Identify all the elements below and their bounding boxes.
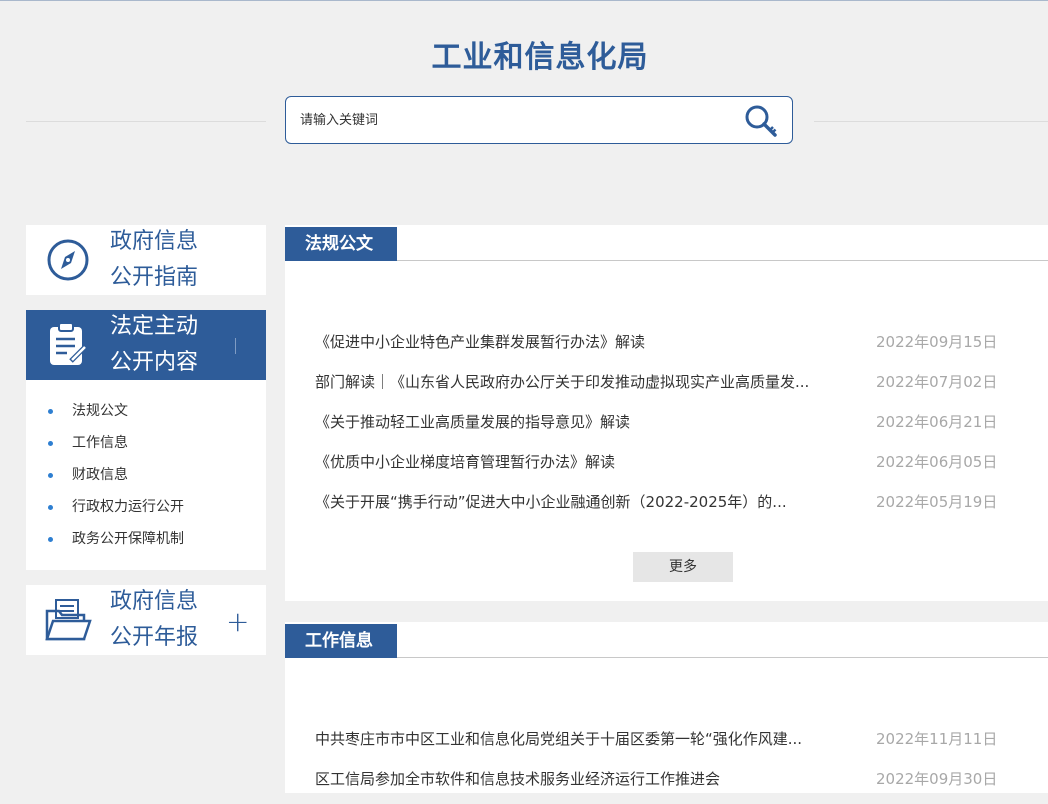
list-item[interactable]: 《优质中小企业梯度培育管理暂行办法》解读 2022年06月05日 <box>315 447 1048 487</box>
section-divider <box>285 657 1048 658</box>
item-date: 2022年06月21日 <box>876 413 998 431</box>
list-item[interactable]: 《促进中小企业特色产业集群发展暂行办法》解读 2022年09月15日 <box>315 327 1048 367</box>
site-title: 工业和信息化局 <box>431 40 649 75</box>
section-work-info: 工作信息 中共枣庄市市中区工业和信息化局党组关于十届区委第一轮“强化作风建...… <box>285 622 1048 793</box>
magnifier-key-icon <box>745 105 777 137</box>
item-date: 2022年05月19日 <box>876 493 998 511</box>
item-title[interactable]: 《关于推动轻工业高质量发展的指导意见》解读 <box>315 407 845 437</box>
news-list: 《促进中小企业特色产业集群发展暂行办法》解读 2022年09月15日 部门解读｜… <box>315 327 1048 527</box>
header-divider-left <box>26 121 266 122</box>
list-item[interactable]: 《关于开展“携手行动”促进大中小企业融通创新（2022-2025年）的... 2… <box>315 487 1048 527</box>
item-title[interactable]: 部门解读｜《山东省人民政府办公厅关于印发推动虚拟现实产业高质量发... <box>315 367 845 397</box>
active-title-line1: 法定主动 <box>110 314 199 339</box>
sidebar-item-regulations[interactable]: 法规公文 <box>26 397 266 429</box>
item-title[interactable]: 区工信局参加全市软件和信息技术服务业经济运行工作推进会 <box>315 764 845 794</box>
list-item[interactable]: 中共枣庄市市中区工业和信息化局党组关于十届区委第一轮“强化作风建... 2022… <box>315 724 1048 764</box>
search-button[interactable] <box>742 103 780 139</box>
report-title-line1: 政府信息 <box>110 589 199 614</box>
folder-docs-icon <box>45 599 92 641</box>
sidebar-submenu: 法规公文 工作信息 财政信息 行政权力运行公开 政务公开保障机制 <box>26 380 266 570</box>
item-title[interactable]: 《关于开展“携手行动”促进大中小企业融通创新（2022-2025年）的... <box>315 487 845 517</box>
active-title-line2: 公开内容 <box>110 350 199 375</box>
compass-icon <box>47 239 89 281</box>
item-date: 2022年09月30日 <box>876 770 998 788</box>
more-button[interactable]: 更多 <box>633 552 733 582</box>
item-date: 2022年09月15日 <box>876 333 998 351</box>
guide-title-line1: 政府信息 <box>110 229 199 254</box>
sidebar-item-assurance[interactable]: 政务公开保障机制 <box>26 525 266 557</box>
section-tab-regulations[interactable]: 法规公文 <box>285 227 397 261</box>
sidebar-card-annual-report[interactable]: 政府信息 公开年报 + <box>26 585 266 655</box>
active-card-separator <box>235 338 236 354</box>
news-list: 中共枣庄市市中区工业和信息化局党组关于十届区委第一轮“强化作风建... 2022… <box>315 724 1048 804</box>
sidebar-item-admin-power[interactable]: 行政权力运行公开 <box>26 493 266 525</box>
clipboard-edit-icon <box>50 322 88 365</box>
section-tab-work-info[interactable]: 工作信息 <box>285 624 397 658</box>
item-date: 2022年07月02日 <box>876 373 998 391</box>
item-date: 2022年11月11日 <box>876 730 998 748</box>
list-item[interactable]: 部门解读｜《山东省人民政府办公厅关于印发推动虚拟现实产业高质量发... 2022… <box>315 367 1048 407</box>
section-regulations: 法规公文 《促进中小企业特色产业集群发展暂行办法》解读 2022年09月15日 … <box>285 225 1048 601</box>
item-title[interactable]: 《促进中小企业特色产业集群发展暂行办法》解读 <box>315 327 845 357</box>
expand-plus-icon[interactable]: + <box>226 605 249 638</box>
list-item[interactable]: 区工信局参加全市软件和信息技术服务业经济运行工作推进会 2022年09月30日 <box>315 764 1048 804</box>
section-divider <box>285 260 1048 261</box>
search-box <box>285 96 793 144</box>
item-date: 2022年06月05日 <box>876 453 998 471</box>
item-title[interactable]: 《优质中小企业梯度培育管理暂行办法》解读 <box>315 447 845 477</box>
header-divider-right <box>814 121 1048 122</box>
list-item[interactable]: 《关于推动轻工业高质量发展的指导意见》解读 2022年06月21日 <box>315 407 1048 447</box>
sidebar-card-guide[interactable]: 政府信息 公开指南 <box>26 225 266 295</box>
report-title-line2: 公开年报 <box>110 625 199 650</box>
sidebar-card-active-content[interactable]: 法定主动 公开内容 <box>26 310 266 380</box>
search-input[interactable] <box>300 109 730 131</box>
sidebar-item-work-info[interactable]: 工作信息 <box>26 429 266 461</box>
item-title[interactable]: 中共枣庄市市中区工业和信息化局党组关于十届区委第一轮“强化作风建... <box>315 724 845 754</box>
sidebar-item-finance-info[interactable]: 财政信息 <box>26 461 266 493</box>
guide-title-line2: 公开指南 <box>110 265 199 290</box>
